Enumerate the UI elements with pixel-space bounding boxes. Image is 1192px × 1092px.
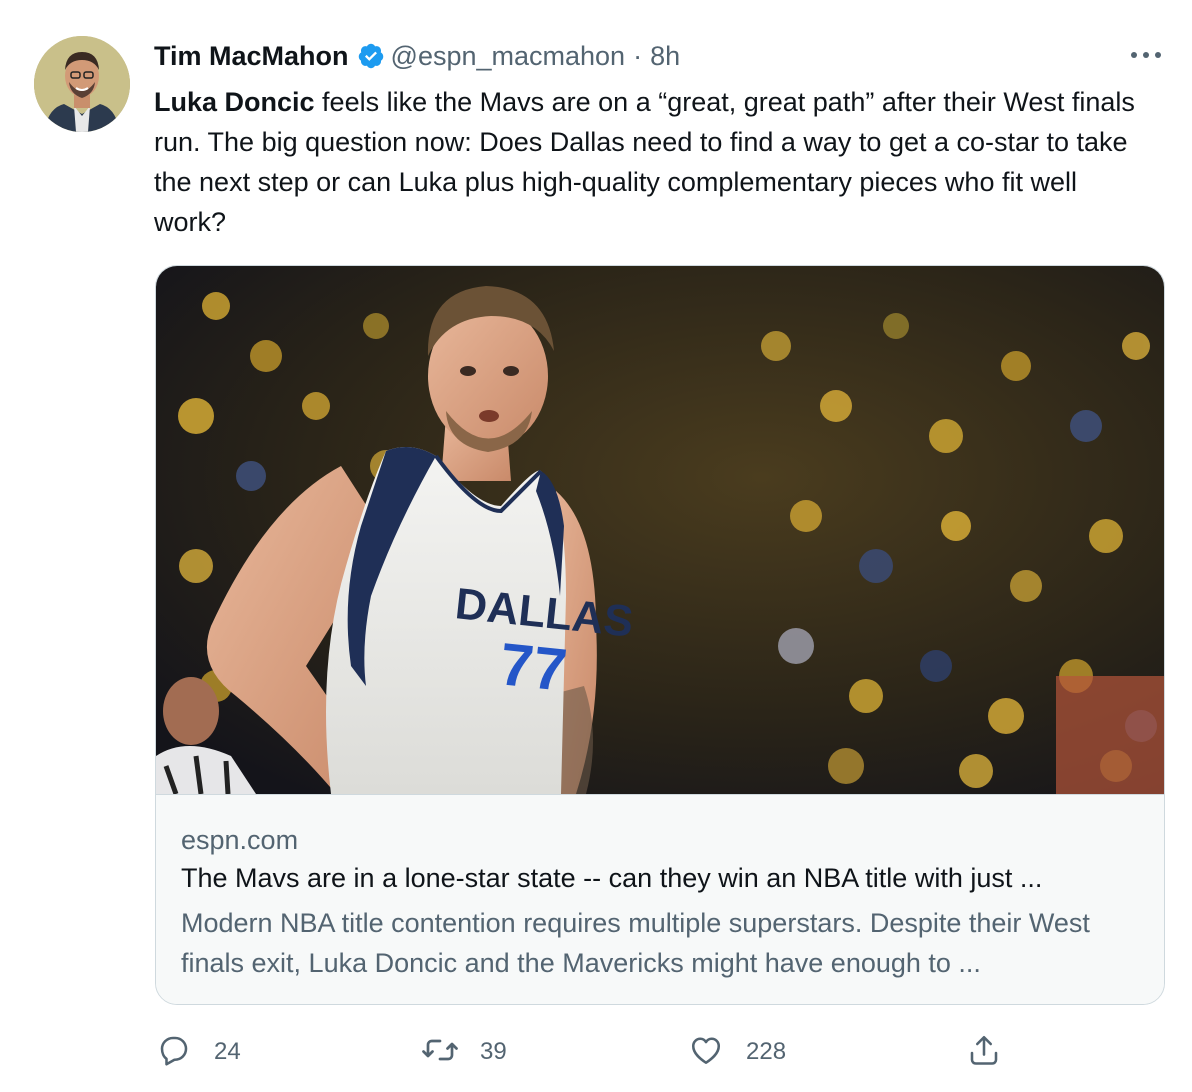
card-meta[interactable]: espn.com The Mavs are in a lone-star sta… [156,794,1164,1004]
retweet-button[interactable]: 39 [420,1030,507,1074]
tweet-header: Tim MacMahon @espn_macmahon · 8h [154,38,680,74]
card-domain: espn.com [181,825,299,855]
card-image[interactable]: DALLAS 77 [156,266,1164,794]
tweet[interactable]: Tim MacMahon @espn_macmahon · 8h Luka Do… [0,0,1192,1092]
header-separator: · [633,40,643,71]
card-title: The Mavs are in a lone-star state -- can… [181,863,1043,893]
like-button[interactable]: 228 [688,1030,786,1074]
reply-icon [156,1032,192,1073]
jersey-number: 77 [497,630,570,704]
author-name[interactable]: Tim MacMahon [154,41,349,72]
tweet-timestamp[interactable]: 8h [650,41,680,72]
reply-button[interactable]: 24 [156,1030,241,1074]
share-button[interactable] [966,1030,1002,1074]
share-icon [966,1032,1002,1073]
retweet-icon [420,1032,460,1073]
mention-link[interactable]: Luka Doncic [154,87,315,117]
like-icon [688,1032,724,1073]
like-count: 228 [746,1038,787,1065]
card-description: Modern NBA title contention requires mul… [181,908,1090,978]
link-card[interactable]: DALLAS 77 espn.com The Mavs are in a lon… [155,265,1165,1005]
retweet-count: 39 [480,1038,507,1065]
author-avatar[interactable] [34,36,130,132]
tweet-actions: 24 39 228 [0,1030,1192,1074]
verified-badge-icon [357,42,385,70]
reply-count: 24 [214,1038,241,1065]
author-handle[interactable]: @espn_macmahon [391,41,626,72]
tweet-text: Luka Doncic feels like the Mavs are on a… [154,82,1144,242]
more-icon[interactable] [1126,40,1166,70]
